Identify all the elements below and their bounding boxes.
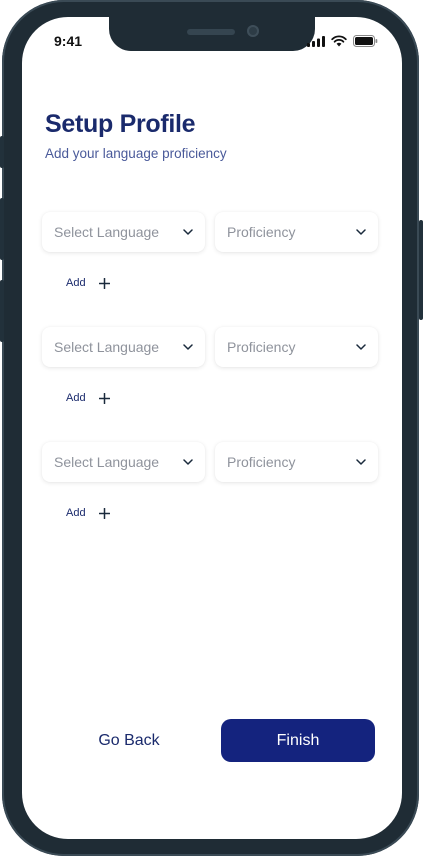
proficiency-placeholder: Proficiency <box>227 454 296 470</box>
plus-icon <box>98 392 110 404</box>
proficiency-dropdown[interactable]: Proficiency <box>215 442 378 482</box>
app-canvas: 9:41 Setup Profile Add your language pro… <box>0 0 423 858</box>
notch <box>109 17 315 51</box>
status-icons <box>307 35 378 47</box>
select-language-dropdown[interactable]: Select Language <box>42 442 205 482</box>
mute-switch <box>0 136 4 168</box>
select-language-placeholder: Select Language <box>54 454 160 470</box>
add-label: Add <box>66 392 86 404</box>
select-language-dropdown[interactable]: Select Language <box>42 212 205 252</box>
status-time: 9:41 <box>54 33 83 49</box>
wifi-icon <box>331 35 347 47</box>
language-row: Select Language Proficiency <box>42 327 382 367</box>
select-language-placeholder: Select Language <box>54 224 160 240</box>
chevron-down-icon <box>183 229 193 235</box>
volume-down-button <box>0 280 4 342</box>
chevron-down-icon <box>356 229 366 235</box>
chevron-down-icon <box>356 459 366 465</box>
proficiency-dropdown[interactable]: Proficiency <box>215 327 378 367</box>
go-back-button[interactable]: Go Back <box>79 719 179 762</box>
front-camera <box>247 25 259 37</box>
plus-icon <box>98 277 110 289</box>
speaker <box>187 29 235 35</box>
select-language-dropdown[interactable]: Select Language <box>42 327 205 367</box>
language-row: Select Language Proficiency <box>42 212 382 252</box>
chevron-down-icon <box>183 344 193 350</box>
battery-icon <box>353 35 378 47</box>
proficiency-placeholder: Proficiency <box>227 224 296 240</box>
chevron-down-icon <box>356 344 366 350</box>
add-label: Add <box>66 507 86 519</box>
chevron-down-icon <box>183 459 193 465</box>
page-subtitle: Add your language proficiency <box>45 146 227 161</box>
finish-button[interactable]: Finish <box>221 719 375 762</box>
power-button <box>419 220 423 320</box>
volume-up-button <box>0 198 4 260</box>
plus-icon <box>98 507 110 519</box>
language-row: Select Language Proficiency <box>42 442 382 482</box>
page-title: Setup Profile <box>45 110 196 138</box>
proficiency-placeholder: Proficiency <box>227 339 296 355</box>
add-language-button[interactable]: Add <box>66 392 110 404</box>
add-language-button[interactable]: Add <box>66 277 110 289</box>
add-language-button[interactable]: Add <box>66 507 110 519</box>
add-label: Add <box>66 277 86 289</box>
select-language-placeholder: Select Language <box>54 339 160 355</box>
phone-screen: 9:41 Setup Profile Add your language pro… <box>22 17 402 839</box>
proficiency-dropdown[interactable]: Proficiency <box>215 212 378 252</box>
signal-icon <box>307 35 325 47</box>
